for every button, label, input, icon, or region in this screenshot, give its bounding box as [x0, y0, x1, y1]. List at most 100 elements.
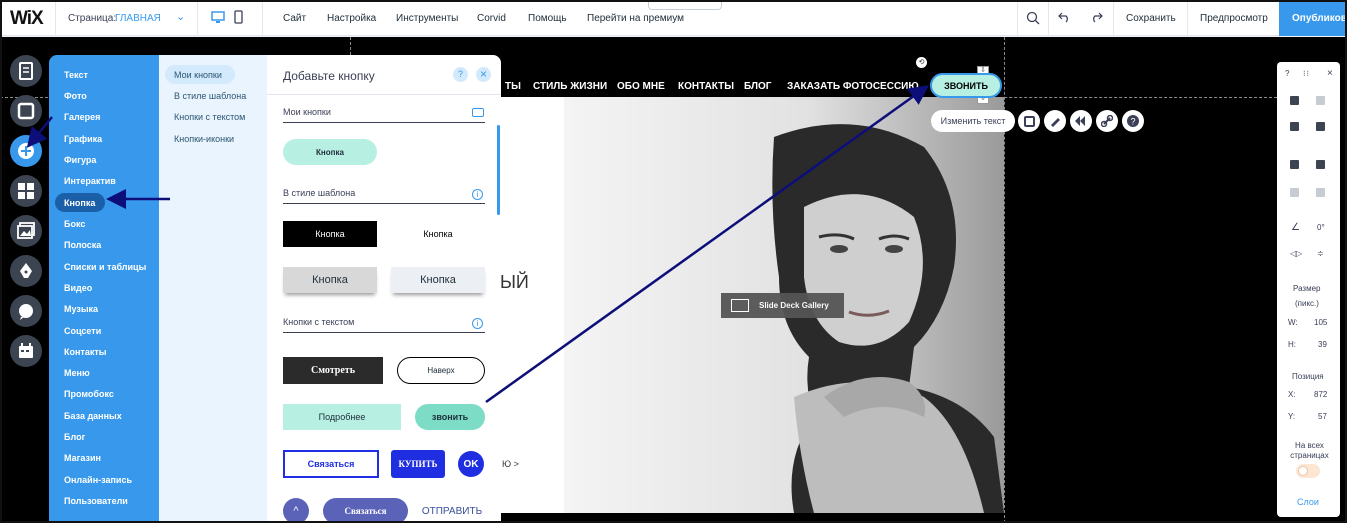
rotate-icon[interactable]: ∠ [1291, 222, 1300, 233]
collapse-toolbar-tab[interactable]: ^ [648, 0, 722, 10]
align-icon[interactable] [1316, 160, 1325, 169]
save-button[interactable]: Сохранить [1126, 13, 1176, 24]
menu-corvid[interactable]: Corvid [477, 13, 506, 24]
category-menu[interactable]: Меню [64, 368, 90, 378]
sub-my-buttons[interactable]: Мои кнопки [174, 70, 222, 80]
menu-tools[interactable]: Инструменты [396, 13, 458, 24]
selected-call-button[interactable]: ЗВОНИТЬ [930, 73, 1002, 98]
category-social[interactable]: Соцсети [64, 326, 101, 336]
site-menu-item[interactable]: СТИЛЬ ЖИЗНИ [533, 81, 607, 92]
layers-button[interactable]: Слои [1297, 497, 1319, 507]
up-button[interactable]: Наверх [397, 357, 485, 384]
category-database[interactable]: База данных [64, 411, 122, 421]
manage-icon[interactable] [472, 108, 484, 117]
x-input[interactable]: 872 [1314, 390, 1327, 399]
menu-upgrade[interactable]: Перейти на премиум [587, 13, 684, 24]
category-lists[interactable]: Списки и таблицы [64, 262, 146, 272]
bookings-button[interactable] [10, 335, 42, 367]
call-button-preview[interactable]: звонить [415, 404, 485, 430]
category-store[interactable]: Магазин [64, 453, 101, 463]
gallery-label[interactable]: Slide Deck Gallery [721, 293, 844, 318]
sub-themed[interactable]: В стиле шаблона [174, 91, 246, 101]
buy-button[interactable]: КУПИТЬ [391, 450, 445, 478]
category-members[interactable]: Пользователи [64, 496, 128, 506]
undo-icon[interactable] [1058, 11, 1071, 23]
chat-button[interactable] [10, 295, 42, 327]
close-icon[interactable]: × [476, 67, 491, 82]
category-text[interactable]: Текст [64, 70, 88, 80]
duplicate-icon[interactable] [1290, 122, 1299, 131]
change-text-button[interactable]: Изменить текст [931, 110, 1015, 132]
add-button[interactable] [10, 135, 42, 167]
width-input[interactable]: 105 [1314, 318, 1327, 327]
my-button-preview[interactable]: Кнопка [283, 139, 377, 165]
category-box[interactable]: Бокс [64, 219, 85, 229]
category-promobox[interactable]: Промобокс [64, 389, 114, 399]
background-button[interactable] [10, 95, 42, 127]
category-gallery[interactable]: Галерея [64, 112, 100, 122]
info-icon[interactable]: i [472, 189, 483, 200]
page-selector[interactable]: ГЛАВНАЯ [115, 13, 161, 24]
themed-black-button[interactable]: Кнопка [283, 221, 377, 247]
site-menu-item[interactable]: КОНТАКТЫ [678, 81, 734, 92]
sub-icon-buttons[interactable]: Кнопки-иконки [174, 134, 234, 144]
delete-icon[interactable] [1316, 122, 1325, 131]
design-brush-icon[interactable] [1044, 110, 1066, 132]
sub-text-buttons[interactable]: Кнопки с текстом [174, 112, 245, 122]
help-icon[interactable]: ? [453, 67, 468, 82]
menu-settings[interactable]: Настройка [327, 13, 376, 24]
category-graphics[interactable]: Графика [64, 134, 102, 144]
height-input[interactable]: 39 [1318, 340, 1327, 349]
category-strip[interactable]: Полоска [64, 240, 101, 250]
site-menu-item[interactable]: ТЫ [505, 81, 521, 92]
themed-light-button[interactable]: Кнопка [391, 267, 485, 293]
menu-site[interactable]: Сайт [283, 13, 306, 24]
send-button[interactable]: ОТПРАВИТЬ [419, 498, 485, 523]
themed-plain-button[interactable]: Кнопка [391, 221, 485, 247]
rotation-value[interactable]: 0° [1317, 223, 1325, 232]
site-menu-item[interactable]: ЗАКАЗАТЬ ФОТОСЕССИЮ [787, 81, 919, 92]
site-menu-item[interactable]: ОБО МНЕ [617, 81, 665, 92]
category-music[interactable]: Музыка [64, 304, 98, 314]
category-interactive[interactable]: Интерактив [64, 176, 116, 186]
flip-v-icon[interactable]: ≑ [1317, 249, 1324, 258]
add-apps-button[interactable] [10, 175, 42, 207]
all-pages-toggle[interactable] [1296, 464, 1320, 478]
category-photo[interactable]: Фото [64, 91, 87, 101]
y-input[interactable]: 57 [1318, 412, 1327, 421]
mobile-icon[interactable] [234, 10, 243, 24]
menu-help[interactable]: Помощь [528, 13, 567, 24]
zoom-icon[interactable] [1026, 11, 1040, 25]
desktop-icon[interactable] [211, 11, 225, 24]
copy-icon[interactable] [1290, 96, 1299, 105]
layout-icon[interactable] [1018, 110, 1040, 132]
info-icon[interactable]: i [472, 318, 483, 329]
site-menu-item[interactable]: БЛОГ [744, 81, 771, 92]
chevron-down-icon[interactable]: ⌄ [176, 10, 185, 23]
redo-icon[interactable] [1090, 11, 1103, 23]
rotate-handle-icon[interactable]: ⟲ [916, 57, 927, 68]
arrange-icon[interactable] [1290, 160, 1299, 169]
close-icon[interactable]: × [1327, 68, 1333, 79]
themed-gray-button[interactable]: Кнопка [283, 267, 377, 293]
category-blog[interactable]: Блог [64, 432, 85, 442]
scroll-up-button[interactable]: ^ [283, 498, 309, 523]
animation-icon[interactable] [1070, 110, 1092, 132]
contact2-button[interactable]: Связаться [323, 498, 408, 523]
preview-button[interactable]: Предпросмотр [1200, 13, 1268, 24]
category-contacts[interactable]: Контакты [64, 347, 106, 357]
category-booking[interactable]: Онлайн-запись [64, 475, 132, 485]
panel-scrollbar[interactable] [497, 125, 500, 215]
help-icon[interactable]: ? [1285, 69, 1289, 78]
blog-button[interactable] [10, 255, 42, 287]
ok-button[interactable]: OK [458, 451, 484, 477]
flip-h-icon[interactable]: ◁▷ [1290, 249, 1302, 258]
category-button[interactable]: Кнопка [64, 198, 95, 208]
menus-pages-button[interactable] [10, 55, 42, 87]
publish-button[interactable]: Опубликовать [1279, 0, 1347, 36]
more-button[interactable]: Подробнее [283, 404, 401, 430]
media-button[interactable] [10, 215, 42, 247]
more-icon[interactable]: ⁝⁝ [1303, 69, 1310, 78]
watch-button[interactable]: Смотреть [283, 357, 383, 384]
category-video[interactable]: Видео [64, 283, 92, 293]
